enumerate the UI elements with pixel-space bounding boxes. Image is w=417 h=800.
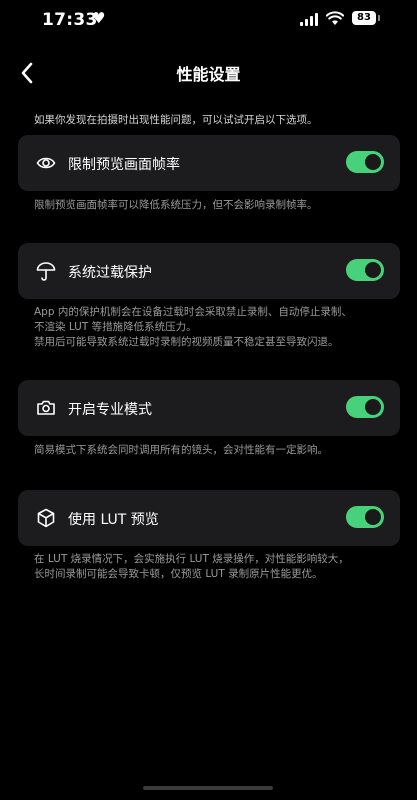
wifi-icon [326,11,344,25]
battery-icon: 83 [352,11,376,25]
setting-label: 系统过载保护 [68,265,152,281]
intro-text: 如果你发现在拍摄时出现性能问题，可以试试开启以下选项。 [34,114,318,126]
limit-preview-fps-toggle[interactable] [346,151,384,173]
setting-description: 在 LUT 烧录情况下，会实施执行 LUT 烧录操作，对性能影响较大， 长时间录… [34,552,394,582]
setting-card-overload-protection[interactable]: 系统过载保护 [18,243,400,299]
status-bar: 17:33 ♥ 83 [0,0,417,44]
description-line: 简易模式下系统会同时调用所有的镜头，会对性能有一定影响。 [34,444,328,456]
description-line: 不渲染 LUT 等措施降低系统压力。 [34,321,197,333]
description-line: 在 LUT 烧录情况下，会实施执行 LUT 烧录操作，对性能影响较大， [34,553,349,565]
cellular-signal-icon [300,13,320,26]
setting-card-limit-preview-fps[interactable]: 限制预览画面帧率 [18,135,400,191]
setting-description: 简易模式下系统会同时调用所有的镜头，会对性能有一定影响。 [34,443,394,458]
description-line: 长时间录制可能会导致卡顿，仅预览 LUT 录制原片性能更优。 [34,568,323,580]
setting-label: 限制预览画面帧率 [68,157,180,173]
setting-label: 使用 LUT 预览 [68,512,159,528]
toggle-knob [365,399,381,415]
description-line: 限制预览画面帧率可以降低系统压力，但不会影响录制帧率。 [34,199,318,211]
description-line: 禁用后可能导致系统过载时录制的视频质量不稳定甚至导致闪退。 [34,336,339,348]
eye-icon [36,157,56,169]
cube-icon [37,508,55,528]
page-title: 性能设置 [176,65,241,84]
status-time: 17:33 [42,10,98,30]
camera-icon [37,400,55,415]
setting-description: App 内的保护机制会在设备过载时会采取禁止录制、自动停止录制、 不渲染 LUT… [34,305,394,350]
toggle-knob [365,154,381,170]
toggle-knob [365,262,381,278]
nav-bar: 性能设置 [0,56,417,90]
toggle-knob [365,509,381,525]
setting-description: 限制预览画面帧率可以降低系统压力，但不会影响录制帧率。 [34,198,394,213]
umbrella-icon [36,262,56,281]
overload-protection-toggle[interactable] [346,259,384,281]
battery-tip [378,15,380,21]
setting-card-lut-preview[interactable]: 使用 LUT 预览 [18,490,400,546]
lut-preview-toggle[interactable] [346,506,384,528]
heart-icon: ♥ [92,9,106,27]
description-line: App 内的保护机制会在设备过载时会采取禁止录制、自动停止录制、 [34,306,352,318]
pro-mode-toggle[interactable] [346,396,384,418]
home-indicator [143,786,273,790]
setting-label: 开启专业模式 [68,402,152,418]
setting-card-pro-mode[interactable]: 开启专业模式 [18,380,400,436]
